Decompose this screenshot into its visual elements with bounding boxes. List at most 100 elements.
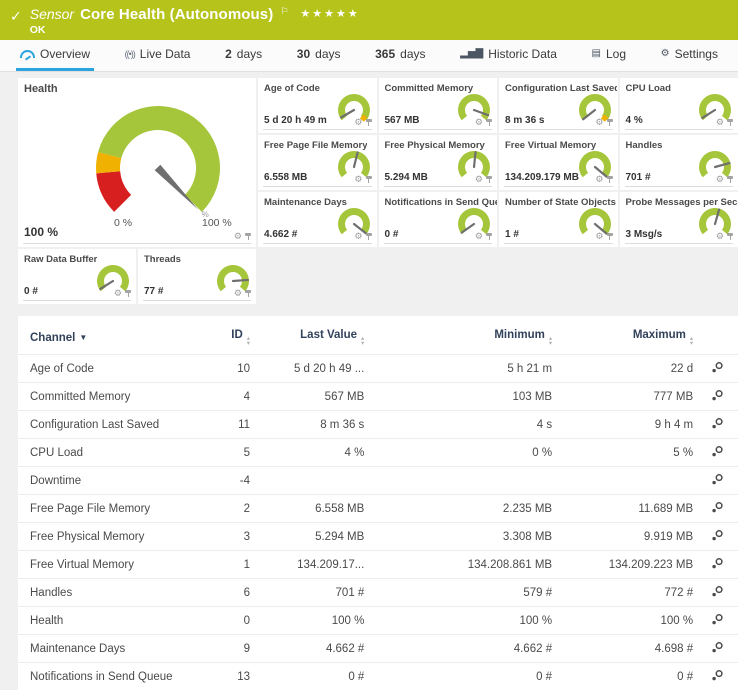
column-header-channel[interactable]: Channel▼ (18, 320, 207, 355)
channel-settings-icon[interactable] (711, 501, 724, 514)
gear-icon[interactable]: ⚙ (354, 232, 362, 241)
tab-2-days[interactable]: 2days (221, 40, 266, 71)
gauge-panel-configuration-last-saved[interactable]: Configuration Last Saved 8 m 36 s ⚙ (499, 78, 618, 133)
pin-icon[interactable] (727, 233, 733, 241)
cell-settings[interactable] (697, 383, 738, 411)
table-row-age-of-code[interactable]: Age of Code 10 5 d 20 h 49 ... 5 h 21 m … (18, 355, 738, 383)
gauge-panel-free-page-file-memory[interactable]: Free Page File Memory 6.558 MB ⚙ (258, 135, 377, 190)
channel-settings-icon[interactable] (711, 557, 724, 570)
gauge-panel-age-of-code[interactable]: Age of Code 5 d 20 h 49 m ⚙ (258, 78, 377, 133)
gauge-panel-maintenance-days[interactable]: Maintenance Days 4.662 # ⚙ (258, 192, 377, 247)
cell-settings[interactable] (697, 663, 738, 690)
pin-icon[interactable] (727, 119, 733, 127)
pin-icon[interactable] (366, 176, 372, 184)
cell-channel[interactable]: Committed Memory (18, 383, 207, 411)
table-row-configuration-last-saved[interactable]: Configuration Last Saved 11 8 m 36 s 4 s… (18, 411, 738, 439)
priority-stars[interactable]: ★★★★★ (300, 7, 359, 20)
cell-channel[interactable]: Downtime (18, 467, 207, 495)
cell-channel[interactable]: Notifications in Send Queue (18, 663, 207, 690)
table-row-downtime[interactable]: Downtime -4 (18, 467, 738, 495)
cell-channel[interactable]: Age of Code (18, 355, 207, 383)
pin-icon[interactable] (366, 233, 372, 241)
gear-icon[interactable]: ⚙ (354, 175, 362, 184)
gear-icon[interactable]: ⚙ (354, 118, 362, 127)
table-row-handles[interactable]: Handles 6 701 # 579 # 772 # (18, 579, 738, 607)
pin-icon[interactable] (486, 119, 492, 127)
cell-settings[interactable] (697, 355, 738, 383)
channel-settings-icon[interactable] (711, 641, 724, 654)
gear-icon[interactable]: ⚙ (475, 232, 483, 241)
tab-live-data[interactable]: ((•))Live Data (121, 40, 195, 71)
tab-historic-data[interactable]: ▂▅▇Historic Data (456, 40, 561, 71)
gauge-panel-handles[interactable]: Handles 701 # ⚙ (620, 135, 738, 190)
pin-icon[interactable] (607, 176, 613, 184)
channel-settings-icon[interactable] (711, 669, 724, 682)
gauge-panel-notifications-in-send-queue[interactable]: Notifications in Send Queue 0 # ⚙ (379, 192, 498, 247)
gauge-panel-cpu-load[interactable]: CPU Load 4 % ⚙ (620, 78, 738, 133)
gauge-panel-free-virtual-memory[interactable]: Free Virtual Memory 134.209.179 MB ⚙ (499, 135, 618, 190)
column-header-id[interactable]: ID▴▾ (207, 320, 254, 355)
table-row-free-physical-memory[interactable]: Free Physical Memory 3 5.294 MB 3.308 MB… (18, 523, 738, 551)
table-row-maintenance-days[interactable]: Maintenance Days 9 4.662 # 4.662 # 4.698… (18, 635, 738, 663)
gear-icon[interactable]: ⚙ (716, 118, 724, 127)
column-header-maximum[interactable]: Maximum▴▾ (556, 320, 697, 355)
cell-settings[interactable] (697, 579, 738, 607)
tab-log[interactable]: ▤Log (588, 40, 630, 71)
cell-settings[interactable] (697, 495, 738, 523)
gear-icon[interactable]: ⚙ (595, 118, 603, 127)
channel-settings-icon[interactable] (711, 613, 724, 626)
pin-icon[interactable] (607, 119, 613, 127)
gauge-panel-committed-memory[interactable]: Committed Memory 567 MB ⚙ (379, 78, 498, 133)
cell-settings[interactable] (697, 439, 738, 467)
channel-settings-icon[interactable] (711, 389, 724, 402)
cell-channel[interactable]: Handles (18, 579, 207, 607)
table-row-free-page-file-memory[interactable]: Free Page File Memory 2 6.558 MB 2.235 M… (18, 495, 738, 523)
pin-icon[interactable] (245, 290, 251, 298)
column-header-minimum[interactable]: Minimum▴▾ (368, 320, 556, 355)
gear-icon[interactable]: ⚙ (475, 118, 483, 127)
table-row-cpu-load[interactable]: CPU Load 5 4 % 0 % 5 % (18, 439, 738, 467)
cell-channel[interactable]: Maintenance Days (18, 635, 207, 663)
gauge-panel-threads[interactable]: Threads 77 # ⚙ (138, 249, 256, 304)
cell-settings[interactable] (697, 411, 738, 439)
table-row-free-virtual-memory[interactable]: Free Virtual Memory 1 134.209.17... 134.… (18, 551, 738, 579)
pin-icon[interactable] (366, 119, 372, 127)
table-row-health[interactable]: Health 0 100 % 100 % 100 % (18, 607, 738, 635)
pin-icon[interactable] (245, 233, 251, 241)
gauge-panel-probe-messages-per-second[interactable]: Probe Messages per Second 3 Msg/s ⚙ (620, 192, 738, 247)
cell-settings[interactable] (697, 635, 738, 663)
gear-icon[interactable]: ⚙ (234, 232, 242, 241)
pin-icon[interactable] (125, 290, 131, 298)
channel-settings-icon[interactable] (711, 417, 724, 430)
gear-icon[interactable]: ⚙ (716, 175, 724, 184)
cell-settings[interactable] (697, 467, 738, 495)
pin-icon[interactable] (486, 176, 492, 184)
tab-365-days[interactable]: 365days (371, 40, 429, 71)
gear-icon[interactable]: ⚙ (234, 289, 242, 298)
pin-icon[interactable] (727, 176, 733, 184)
channel-settings-icon[interactable] (711, 529, 724, 542)
tab-30-days[interactable]: 30days (293, 40, 345, 71)
column-header-last-value[interactable]: Last Value▴▾ (254, 320, 368, 355)
gear-icon[interactable]: ⚙ (595, 232, 603, 241)
cell-channel[interactable]: Configuration Last Saved (18, 411, 207, 439)
cell-channel[interactable]: Free Page File Memory (18, 495, 207, 523)
tab-settings[interactable]: ⚙Settings (657, 40, 722, 71)
cell-channel[interactable]: Free Physical Memory (18, 523, 207, 551)
flag-icon[interactable]: ⚐ (280, 6, 288, 17)
cell-channel[interactable]: Free Virtual Memory (18, 551, 207, 579)
health-gauge-panel[interactable]: Health % 0 % 100 % 100 % ⚙ (18, 78, 256, 247)
gear-icon[interactable]: ⚙ (716, 232, 724, 241)
channel-settings-icon[interactable] (711, 361, 724, 374)
gauge-panel-free-physical-memory[interactable]: Free Physical Memory 5.294 MB ⚙ (379, 135, 498, 190)
cell-settings[interactable] (697, 607, 738, 635)
table-row-committed-memory[interactable]: Committed Memory 4 567 MB 103 MB 777 MB (18, 383, 738, 411)
cell-settings[interactable] (697, 523, 738, 551)
channel-settings-icon[interactable] (711, 445, 724, 458)
table-row-notifications-in-send-queue[interactable]: Notifications in Send Queue 13 0 # 0 # 0… (18, 663, 738, 690)
pin-icon[interactable] (486, 233, 492, 241)
gear-icon[interactable]: ⚙ (475, 175, 483, 184)
gear-icon[interactable]: ⚙ (114, 289, 122, 298)
channel-settings-icon[interactable] (711, 473, 724, 486)
cell-channel[interactable]: Health (18, 607, 207, 635)
